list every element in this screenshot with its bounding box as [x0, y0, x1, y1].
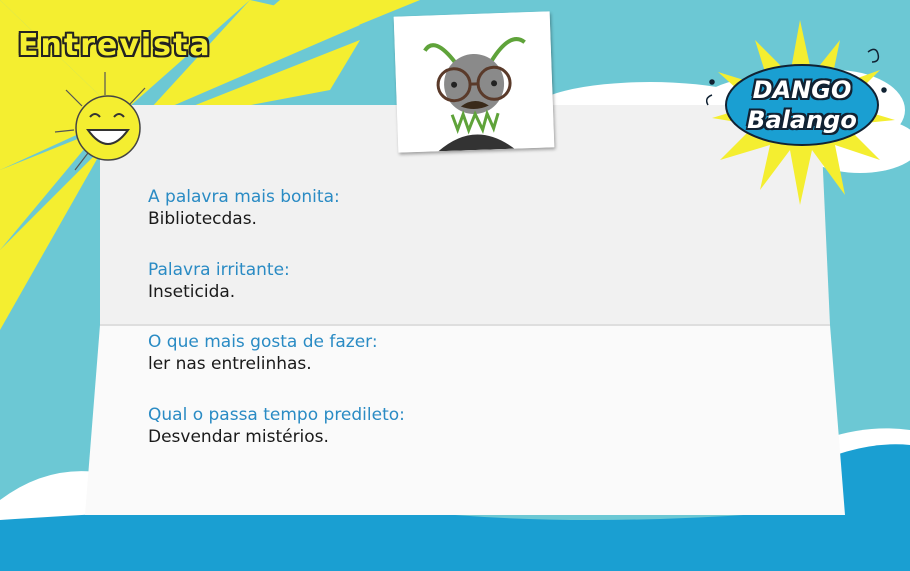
interview-item-3: O que mais gosta de fazer: ler nas entre…	[148, 331, 748, 375]
question: O que mais gosta de fazer:	[148, 332, 378, 352]
answer: Desvendar mistérios.	[148, 427, 329, 447]
photo-frame	[393, 11, 555, 153]
answer: Inseticida.	[148, 282, 236, 302]
creature-portrait	[393, 11, 555, 153]
logo-line2: Balango	[747, 106, 857, 134]
question: A palavra mais bonita:	[148, 187, 340, 207]
interview-item-4: Qual o passa tempo predileto: Desvendar …	[148, 404, 748, 448]
dango-balango-logo: DANGO Balango	[712, 38, 892, 188]
interview-screen: Entrevista DANGO Balango A palavra mais …	[0, 0, 910, 571]
question: Palavra irritante:	[148, 260, 290, 280]
question: Qual o passa tempo predileto:	[148, 405, 405, 425]
answer: ler nas entrelinhas.	[148, 354, 312, 374]
logo-line1: DANGO	[752, 76, 852, 104]
answer: Bibliotecdas.	[148, 209, 257, 229]
sun-face	[75, 95, 141, 161]
interview-item-1: A palavra mais bonita: Bibliotecdas.	[148, 186, 748, 230]
interview-item-2: Palavra irritante: Inseticida.	[148, 259, 748, 303]
page-title: Entrevista	[18, 28, 212, 63]
